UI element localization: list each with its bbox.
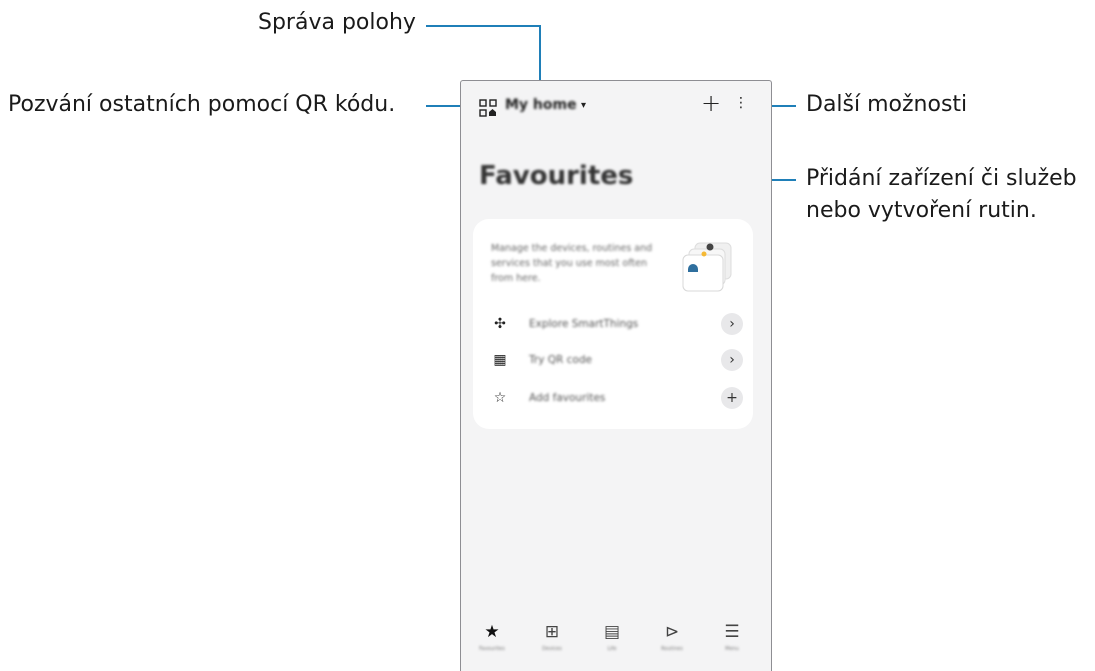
- bottom-nav: ★ Favourites ⊞ Devices ▤ Life ⊳ Routines…: [461, 621, 771, 671]
- phone-screen: My home ▾ + ⋮ Favourites Manage the devi…: [460, 80, 772, 671]
- tab-routines[interactable]: ⊳ Routines: [649, 621, 695, 652]
- tab-label: Routines: [661, 646, 683, 652]
- list-item-label: Try QR code: [529, 354, 592, 366]
- list-item-explore[interactable]: ✣ Explore SmartThings ›: [491, 313, 743, 337]
- list-item-label: Add favourites: [529, 392, 606, 404]
- tab-life[interactable]: ▤ Life: [589, 621, 635, 652]
- list-item-qr[interactable]: ▦ Try QR code ›: [491, 349, 743, 373]
- tab-label: Devices: [542, 646, 562, 652]
- top-bar: My home ▾ + ⋮: [461, 81, 771, 131]
- more-options-icon[interactable]: ⋮: [734, 93, 748, 113]
- star-outline-icon: ☆: [493, 390, 507, 406]
- callout-more-options: Další možnosti: [806, 92, 968, 117]
- chevron-right-icon[interactable]: ›: [721, 313, 743, 335]
- explore-icon: ✣: [494, 316, 506, 332]
- menu-icon: ☰: [724, 622, 740, 642]
- list-item-label: Explore SmartThings: [529, 318, 639, 330]
- devices-illustration-icon: [682, 242, 732, 292]
- tab-label: Menu: [725, 646, 739, 652]
- routines-icon: ⊳: [664, 622, 680, 642]
- devices-icon: ⊞: [544, 622, 560, 642]
- star-icon: ★: [484, 622, 500, 642]
- tab-label: Favourites: [479, 646, 505, 652]
- chevron-down-icon[interactable]: ▾: [581, 100, 586, 111]
- add-circle-icon[interactable]: +: [721, 387, 743, 409]
- card-description: Manage the devices, routines and service…: [491, 243, 653, 284]
- tab-devices[interactable]: ⊞ Devices: [529, 621, 575, 652]
- tab-menu[interactable]: ☰ Menu: [709, 621, 755, 652]
- qr-code-icon: ▦: [493, 352, 507, 368]
- location-selector[interactable]: My home: [505, 97, 577, 113]
- callout-add-line2: nebo vytvoření rutin.: [806, 198, 1037, 223]
- list-item-add-favourites[interactable]: ☆ Add favourites +: [491, 387, 743, 411]
- callout-add-line1: Přidání zařízení či služeb: [806, 166, 1077, 191]
- add-button[interactable]: +: [701, 91, 721, 115]
- callout-qr-invite: Pozvání ostatních pomocí QR kódu.: [8, 92, 396, 117]
- favourites-card: Manage the devices, routines and service…: [473, 219, 753, 429]
- qr-code-icon[interactable]: [479, 99, 497, 117]
- chevron-right-icon[interactable]: ›: [721, 349, 743, 371]
- tab-favourites[interactable]: ★ Favourites: [469, 621, 515, 652]
- page-title: Favourites: [479, 161, 634, 191]
- tab-label: Life: [607, 646, 617, 652]
- callout-location: Správa polohy: [258, 10, 416, 35]
- life-icon: ▤: [603, 622, 621, 642]
- leader-location-h: [426, 25, 541, 27]
